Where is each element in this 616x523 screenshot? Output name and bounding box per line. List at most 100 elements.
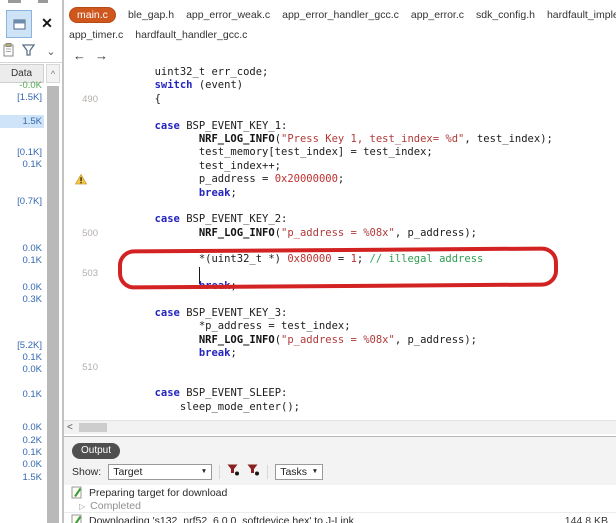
- code-line[interactable]: break;: [104, 280, 553, 293]
- tab-sdk_config.h[interactable]: sdk_config.h: [476, 9, 535, 21]
- nav-forward-icon[interactable]: →: [95, 48, 108, 63]
- code-line[interactable]: sleep_mode_enter();: [104, 401, 553, 414]
- data-value[interactable]: 1.5K: [0, 115, 44, 128]
- line-number: [64, 401, 98, 414]
- code-line[interactable]: [104, 294, 553, 307]
- tab-app_error.c[interactable]: app_error.c: [411, 9, 464, 21]
- code-line[interactable]: NRF_LOG_INFO("p_address = %08x", p_addre…: [104, 334, 553, 347]
- code-line[interactable]: [104, 106, 553, 119]
- log-entry[interactable]: Preparing target for download: [64, 485, 616, 500]
- data-value[interactable]: 0.1K: [0, 388, 44, 401]
- log-entry-sub[interactable]: ▷ Completed: [64, 500, 616, 512]
- task-icon: [71, 486, 83, 499]
- horizontal-scrollbar-thumb[interactable]: [79, 423, 107, 432]
- code-editor[interactable]: 490500503510 uint32_t err_code; switch (…: [64, 62, 616, 420]
- filter-icon[interactable]: [22, 44, 35, 62]
- data-value[interactable]: 0.3K: [0, 293, 44, 306]
- data-value[interactable]: 0.1K: [0, 254, 44, 267]
- line-number: 503: [64, 267, 98, 280]
- data-value[interactable]: [0.7K]: [0, 195, 44, 208]
- tab-row-1: main.c ble_gap.h app_error_weak.c app_error…: [69, 7, 616, 23]
- code-line[interactable]: case BSP_EVENT_KEY_3:: [104, 307, 553, 320]
- code-line[interactable]: [104, 267, 553, 280]
- code-line[interactable]: [104, 240, 553, 253]
- editor-nav: ← →: [73, 48, 108, 63]
- panel-separator: [0, 62, 62, 63]
- code-line[interactable]: break;: [104, 187, 553, 200]
- show-target-value: Target: [113, 466, 142, 478]
- toolbar-fragment: [38, 0, 48, 3]
- code-line[interactable]: case BSP_EVENT_SLEEP:: [104, 387, 553, 400]
- tab-ble_gap.h[interactable]: ble_gap.h: [128, 9, 174, 21]
- toolbar-fragment: [8, 0, 21, 3]
- line-number: [64, 253, 98, 266]
- code-line[interactable]: uint32_t err_code;: [104, 66, 553, 79]
- output-toolbar: Show: Target ▼: [72, 463, 323, 480]
- task-icon: [71, 514, 83, 523]
- tab-app_error_weak.c[interactable]: app_error_weak.c: [186, 9, 270, 21]
- tab-main.c[interactable]: main.c: [69, 7, 116, 23]
- code-line[interactable]: NRF_LOG_INFO("Press Key 1, test_index= %…: [104, 133, 553, 146]
- window-restore-icon: [13, 19, 26, 30]
- tab-app_timer.c[interactable]: app_timer.c: [69, 29, 123, 41]
- line-number: [64, 200, 98, 213]
- line-number: [64, 66, 98, 79]
- filter-errors-button[interactable]: [227, 464, 240, 479]
- code-line[interactable]: break;: [104, 347, 553, 360]
- data-value[interactable]: 0.0K: [0, 421, 44, 434]
- code-line[interactable]: *(uint32_t *) 0x80000 = 1; // illegal ad…: [104, 253, 553, 266]
- restore-window-button[interactable]: [6, 10, 32, 38]
- line-number: [64, 374, 98, 387]
- code-line[interactable]: test_memory[test_index] = test_index;: [104, 146, 553, 159]
- code-line[interactable]: case BSP_EVENT_KEY_2:: [104, 213, 553, 226]
- code-line[interactable]: switch (event): [104, 79, 553, 92]
- log-entry-text: Downloading 's132_nrf52_6.0.0_softdevice…: [89, 515, 354, 523]
- line-number: [64, 294, 98, 307]
- log-entry-text: Preparing target for download: [89, 487, 227, 499]
- nav-back-icon[interactable]: ←: [73, 48, 86, 63]
- horizontal-scrollbar[interactable]: <: [64, 420, 616, 434]
- filter-warnings-button[interactable]: [247, 464, 260, 479]
- code-line[interactable]: [104, 361, 553, 374]
- output-tab[interactable]: Output: [72, 443, 120, 459]
- show-target-dropdown[interactable]: Target ▼: [108, 464, 212, 480]
- vertical-scrollbar-thumb[interactable]: [47, 86, 59, 523]
- code-line[interactable]: *p_address = test_index;: [104, 320, 553, 333]
- tab-hardfault_handler_gcc.c[interactable]: hardfault_handler_gcc.c: [135, 29, 247, 41]
- log-entry[interactable]: Downloading 's132_nrf52_6.0.0_softdevice…: [64, 512, 616, 523]
- data-value[interactable]: 0.1K: [0, 158, 44, 171]
- output-panel: Output Show: Target ▼: [64, 436, 616, 523]
- scroll-left-icon[interactable]: <: [67, 421, 73, 434]
- scrollbar-up-button[interactable]: ^: [46, 64, 60, 83]
- data-value[interactable]: 0.0K: [0, 458, 44, 471]
- chevron-down-icon[interactable]: ⌄: [44, 43, 58, 59]
- tasks-dropdown[interactable]: Tasks ▼: [275, 464, 323, 480]
- editor-region: main.c ble_gap.h app_error_weak.c app_error…: [64, 0, 616, 523]
- code-line[interactable]: {: [104, 93, 553, 106]
- code-line[interactable]: [104, 200, 553, 213]
- tab-row-2: app_timer.c hardfault_handler_gcc.c: [69, 29, 247, 41]
- code-line[interactable]: [104, 374, 553, 387]
- code-lines[interactable]: uint32_t err_code; switch (event) { case…: [104, 66, 553, 414]
- line-number: [64, 307, 98, 320]
- data-value[interactable]: 0.0K: [0, 363, 44, 376]
- line-number: [64, 120, 98, 133]
- line-number: [64, 106, 98, 119]
- close-panel-button[interactable]: ✕: [36, 10, 58, 36]
- code-line[interactable]: case BSP_EVENT_KEY_1:: [104, 120, 553, 133]
- line-number: [64, 387, 98, 400]
- data-value[interactable]: 1.5K: [0, 471, 44, 484]
- clipboard-icon[interactable]: [2, 43, 15, 63]
- gutter[interactable]: 490500503510: [64, 66, 98, 414]
- left-data-panel: ✕ ⌄ Data ^ -0.0K[1.5K]1: [0, 0, 64, 523]
- code-line[interactable]: test_index++;: [104, 160, 553, 173]
- data-value[interactable]: [1.5K]: [0, 91, 44, 104]
- tab-app_error_handler_gcc.c[interactable]: app_error_handler_gcc.c: [282, 9, 399, 21]
- expand-triangle-icon[interactable]: ▷: [79, 502, 85, 511]
- code-line[interactable]: p_address = 0x20000000;: [104, 173, 553, 186]
- scroll-up-icon: ^: [51, 69, 55, 79]
- code-line[interactable]: NRF_LOG_INFO("p_address = %08x", p_addre…: [104, 227, 553, 240]
- red-funnel-icon: [227, 464, 240, 476]
- close-icon: ✕: [41, 15, 53, 32]
- tab-hardfault_implementation.c[interactable]: hardfault_implementation.c: [547, 9, 616, 21]
